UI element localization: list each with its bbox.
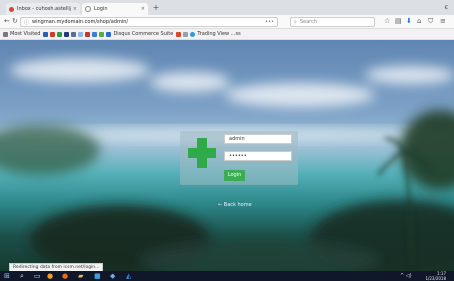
tab-label: Inbox - cuhosh.astell@gmail... <box>17 6 71 12</box>
page-actions-icon[interactable]: ••• <box>265 19 274 25</box>
bookmarks-bar: Most Visited Disqus Commerce Suite Tradi… <box>0 29 454 40</box>
bookmark-icon[interactable] <box>50 31 56 37</box>
gmail-icon <box>9 6 14 12</box>
bookmark-icon[interactable] <box>64 31 70 37</box>
app-icon[interactable]: ■ <box>94 272 101 280</box>
close-icon[interactable]: × <box>73 6 77 12</box>
search-icon: ⌕ <box>294 19 297 25</box>
app-icon[interactable]: ◭ <box>126 272 131 280</box>
password-field[interactable]: •••••• <box>224 151 292 161</box>
firefox-icon[interactable]: ● <box>62 272 68 280</box>
bookmark-icon[interactable] <box>92 31 98 37</box>
bookmark-icon[interactable] <box>71 31 77 37</box>
tab-login[interactable]: Login × <box>82 3 148 15</box>
bookmark-icon[interactable] <box>78 31 84 37</box>
shield-icon[interactable]: ⛉ <box>428 17 433 26</box>
bookmark-star-icon[interactable]: ☆ <box>384 17 390 26</box>
trading-view-icon <box>190 31 196 37</box>
url-text: wingman.mydomain.com/shop/admin/ <box>32 19 129 25</box>
back-home-link[interactable]: ← Back home <box>218 202 252 208</box>
taskbar: ⊞ ⌕ ▭ ● ● ▰ ■ ◆ ◭ ^ ◁) 1:17 1/23/2018 <box>0 271 454 281</box>
bookmark-trading-view[interactable]: Trading View ...ss <box>190 31 241 37</box>
bookmark-icon[interactable] <box>57 31 63 37</box>
nav-bar: ← ↻ ⓘ wingman.mydomain.com/shop/admin/ •… <box>0 15 454 29</box>
tab-inbox[interactable]: Inbox - cuhosh.astell@gmail... × <box>6 3 80 15</box>
reload-icon[interactable]: ↻ <box>12 17 18 26</box>
tab-bar: Inbox - cuhosh.astell@gmail... × Login ×… <box>0 0 454 15</box>
bookmark-disqus[interactable]: Disqus Commerce Suite <box>106 31 173 37</box>
menu-icon[interactable]: ≡ <box>440 17 446 26</box>
bookmark-icon[interactable] <box>183 31 189 37</box>
task-view-icon[interactable]: ▭ <box>34 272 41 280</box>
tab-label: Login <box>94 6 108 12</box>
gear-icon <box>3 31 8 37</box>
home-icon[interactable]: ⌂ <box>417 17 421 26</box>
chrome-icon[interactable]: ● <box>47 272 53 280</box>
bookmark-icon[interactable] <box>43 31 49 37</box>
app-icon[interactable]: ◆ <box>110 272 115 280</box>
login-button[interactable]: Login <box>224 170 245 181</box>
bookmark-most-visited[interactable]: Most Visited <box>3 31 40 37</box>
new-tab-button[interactable]: + <box>151 3 161 14</box>
search-placeholder: Search <box>299 19 317 25</box>
system-tray-icon[interactable]: ^ ◁) <box>400 272 412 280</box>
page-viewport: admin •••••• Login ← Back home <box>0 40 454 271</box>
info-icon: ⓘ <box>24 19 30 26</box>
close-icon[interactable]: × <box>141 6 145 12</box>
search-icon[interactable]: ⌕ <box>20 272 24 280</box>
bookmark-icon[interactable] <box>99 31 105 37</box>
start-icon[interactable]: ⊞ <box>4 272 10 280</box>
search-input[interactable]: ⌕ Search <box>290 17 375 27</box>
username-field[interactable]: admin <box>224 134 292 144</box>
login-panel: admin •••••• Login <box>180 131 298 185</box>
back-arrow-icon[interactable]: ← <box>4 17 10 26</box>
clock[interactable]: 1:17 1/23/2018 <box>425 271 446 281</box>
download-icon[interactable]: ⬇ <box>406 17 412 26</box>
url-bar[interactable]: ⓘ wingman.mydomain.com/shop/admin/ ••• <box>20 17 278 27</box>
tab-list-icon[interactable]: ꞓ <box>445 3 448 12</box>
file-explorer-icon[interactable]: ▰ <box>78 272 83 280</box>
bookmark-icon[interactable] <box>85 31 91 37</box>
page-icon <box>85 6 91 12</box>
library-icon[interactable]: ▤ <box>395 17 402 26</box>
bookmark-icon[interactable] <box>176 31 182 37</box>
plus-logo-icon <box>188 138 216 168</box>
disqus-icon <box>106 31 112 37</box>
